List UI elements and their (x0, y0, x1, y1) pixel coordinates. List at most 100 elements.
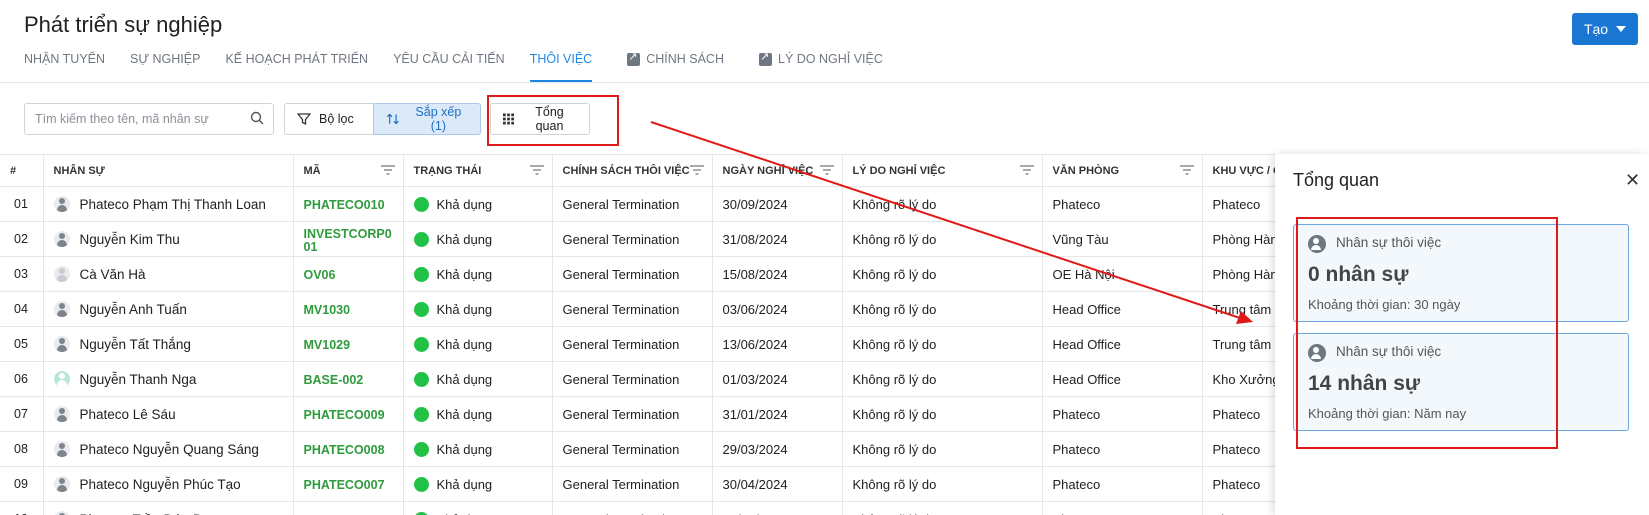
employee-cell[interactable]: Phateco Trần Đức Duy (43, 501, 294, 515)
tab-development-plan[interactable]: KẾ HOẠCH PHÁT TRIỂN (225, 52, 368, 82)
tab-improvement-request[interactable]: YÊU CẦU CẢI TIẾN (393, 52, 505, 82)
employee-name: Phateco Lê Sáu (79, 406, 176, 422)
employee-name: Phateco Trần Đức Duy (80, 512, 217, 515)
table-row[interactable]: 09 Phateco Nguyễn Phúc Tạo PHATECO007 Khả d… (0, 466, 1275, 502)
tab-policy[interactable]: CHÍNH SÁCH (627, 50, 724, 82)
stat-card[interactable]: Nhân sự thôi việc 14 nhân sự Khoảng thời… (1293, 333, 1629, 431)
status-text: Khả dụng (436, 476, 493, 492)
table-body: 01 Phateco Phạm Thị Thanh Loan PHATECO010 K… (0, 186, 1275, 515)
status-text: Khả dụng (436, 441, 493, 457)
status-dot-icon (413, 266, 429, 282)
table-row[interactable]: 06 Nguyễn Thanh Nga BASE-002 Khả dụng Genera… (0, 361, 1275, 397)
status-text: Khả dụng (436, 336, 493, 352)
tab-recruitment[interactable]: NHẬN TUYỂN (24, 52, 105, 82)
employee-cell[interactable]: Cà Văn Hà (43, 256, 294, 292)
search-input[interactable] (24, 103, 274, 135)
stat-card[interactable]: Nhân sự thôi việc 0 nhân sự Khoảng thời … (1293, 224, 1629, 322)
avatar (53, 196, 70, 212)
status-dot-icon (413, 476, 429, 492)
office-cell: Phateco (1042, 186, 1203, 222)
column-header-region[interactable]: KHU VỰC / C (1202, 154, 1275, 187)
employee-cell[interactable]: Nguyễn Thanh Nga (43, 361, 294, 397)
office-cell: Phateco (1042, 501, 1203, 515)
employee-code: BASE-002 (293, 361, 404, 397)
employee-cell[interactable]: Phateco Nguyễn Quang Sáng (43, 431, 294, 467)
column-filter-icon[interactable] (689, 165, 704, 175)
employee-cell[interactable]: Nguyễn Anh Tuấn (43, 291, 294, 327)
employee-name: Phateco Phạm Thị Thanh Loan (79, 196, 266, 212)
column-header-code[interactable]: MÃ (293, 154, 404, 187)
stat-card-value: 14 nhân sự (1308, 372, 1421, 395)
status-text: Khả dụng (436, 196, 493, 212)
table-row[interactable]: 07 Phateco Lê Sáu PHATECO009 Khả dụng Genera… (0, 396, 1275, 432)
table-row[interactable]: 02 Nguyễn Kim Thu INVESTCORP001 Khả dụng Gen… (0, 221, 1275, 257)
table-row[interactable]: 04 Nguyễn Anh Tuấn MV1030 Khả dụng General T… (0, 291, 1275, 327)
employee-cell[interactable]: Nguyễn Kim Thu (43, 221, 294, 257)
region-cell: Phateco (1202, 431, 1275, 467)
table-row[interactable]: 01 Phateco Phạm Thị Thanh Loan PHATECO010 K… (0, 186, 1275, 222)
grid-icon (503, 113, 515, 125)
create-button[interactable]: Tạo (1572, 13, 1638, 45)
sort-button[interactable]: Sắp xếp (1) (373, 103, 481, 135)
column-filter-icon[interactable] (380, 165, 395, 175)
table-row[interactable]: 08 Phateco Nguyễn Quang Sáng PHATECO008 Khả… (0, 431, 1275, 467)
column-header-office[interactable]: VĂN PHÒNG (1042, 154, 1203, 187)
table-header-row: # NHÂN SỰ MÃ TRẠNG THÁI CHÍNH SÁCH THÔI … (0, 154, 1275, 187)
reason-cell: Không rõ lý do (842, 361, 1043, 397)
reason-cell: Không rõ lý do (842, 466, 1043, 502)
status-dot-icon (413, 406, 429, 422)
column-header-status[interactable]: TRẠNG THÁI (403, 154, 553, 187)
region-cell: Trung tâm (1202, 326, 1275, 362)
column-header-index: # (0, 154, 44, 187)
employee-code: PHATECO010 (293, 186, 404, 222)
avatar (53, 231, 70, 247)
resign-date-cell: 31/08/2024 (712, 221, 843, 257)
search-icon[interactable] (250, 111, 264, 125)
column-filter-icon[interactable] (1019, 165, 1034, 175)
status-text: Khả dụng (437, 512, 493, 515)
tab-resignation[interactable]: THÔI VIỆC (529, 52, 592, 82)
policy-cell: General Termination (552, 396, 713, 432)
tab-resignation-reason[interactable]: LÝ DO NGHỈ VIỆC (759, 50, 883, 82)
employee-cell[interactable]: Phateco Phạm Thị Thanh Loan (43, 186, 294, 222)
close-icon[interactable]: ✕ (1625, 170, 1640, 191)
table-row[interactable]: 05 Nguyễn Tất Thắng MV1029 Khả dụng General … (0, 326, 1275, 362)
table-row[interactable]: 10 Phateco Trần Đức Duy PHATECO006 Khả dụng… (0, 501, 1275, 515)
column-header-resign-date[interactable]: NGÀY NGHỈ VIỆC (712, 154, 843, 187)
employee-code: PHATECO008 (293, 431, 404, 467)
status-dot-icon (413, 441, 429, 457)
overview-button[interactable]: Tổng quan (490, 103, 590, 135)
column-filter-icon[interactable] (1179, 165, 1194, 175)
row-index: 02 (0, 221, 44, 257)
office-cell: Head Office (1042, 326, 1203, 362)
status-text: Khả dụng (436, 301, 493, 317)
stat-card-period: Khoảng thời gian: Năm nay (1308, 406, 1467, 421)
status-cell: Khả dụng (403, 326, 553, 362)
employee-cell[interactable]: Phateco Lê Sáu (43, 396, 294, 432)
status-cell: Khả dụng (403, 431, 553, 467)
table-row[interactable]: 03 Cà Văn Hà OV06 Khả dụng General Terminati… (0, 256, 1275, 292)
column-filter-icon[interactable] (819, 165, 834, 175)
column-header-reason[interactable]: LÝ DO NGHỈ VIỆC (842, 154, 1043, 187)
external-link-icon (759, 50, 772, 66)
status-text: Khả dụng (436, 406, 493, 422)
status-text: Khả dụng (436, 266, 493, 282)
policy-cell: General Termination (552, 466, 713, 502)
tab-career[interactable]: SỰ NGHIỆP (130, 52, 200, 82)
region-cell: Kho Xưởng (1202, 361, 1275, 397)
employee-cell[interactable]: Phateco Nguyễn Phúc Tạo (43, 466, 294, 502)
filter-button[interactable]: Bộ lọc (284, 103, 378, 135)
office-cell: Phateco (1042, 466, 1203, 502)
column-header-policy[interactable]: CHÍNH SÁCH THÔI VIỆC (552, 154, 713, 187)
row-index: 10 (0, 501, 44, 515)
employee-cell[interactable]: Nguyễn Tất Thắng (43, 326, 294, 362)
employee-code: PHATECO007 (293, 466, 404, 502)
avatar (53, 441, 70, 457)
column-header-employee[interactable]: NHÂN SỰ (43, 154, 294, 187)
reason-cell: Không rõ lý do (842, 431, 1043, 467)
column-filter-icon[interactable] (529, 165, 544, 175)
reason-cell: Không rõ lý do (842, 396, 1043, 432)
policy-cell: General Termination (552, 256, 713, 292)
avatar (53, 476, 70, 492)
row-index: 08 (0, 431, 44, 467)
